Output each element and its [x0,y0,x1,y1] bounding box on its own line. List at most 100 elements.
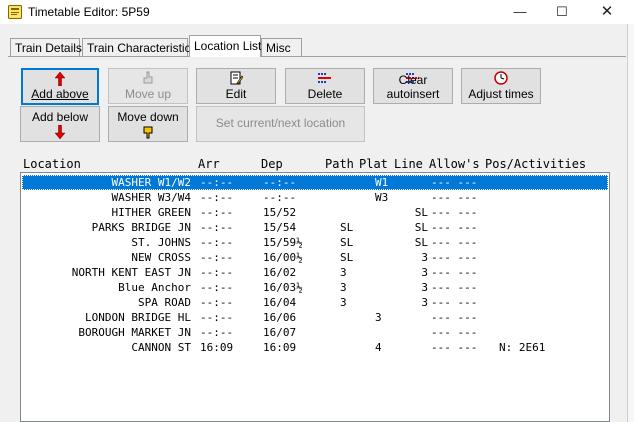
delete-button[interactable]: Delete [285,68,365,104]
location-cell: SPA ROAD [138,296,191,309]
allowance-cell: --- --- [431,281,478,294]
clear-autoinsert-button[interactable]: Clear autoinsert [373,68,453,104]
allowance-cell: --- --- [431,341,478,354]
edit-label: Edit [225,87,247,101]
hand-up-icon [109,71,187,85]
app-icon [8,5,22,19]
arr-cell: --:-- [200,206,234,219]
set-current-location-button[interactable]: Set current/next location [196,106,365,142]
allowance-cell: --- --- [431,266,478,279]
tab-train-characteristics[interactable]: Train Characteristics [82,38,197,56]
column-header-location: Location [23,157,81,171]
dep-cell: 16:09 [263,341,297,354]
arr-cell: --:-- [200,326,234,339]
line-cell: 3 [421,296,428,309]
path-cell: 3 [340,281,347,294]
arrow-up-icon [23,72,97,86]
location-cell: ST. JOHNS [131,236,191,249]
allowance-cell: --- --- [431,326,478,339]
table-row[interactable]: CANNON ST 16:09 16:09 4 --- --- N: 2E61 [22,340,608,355]
location-cell: HITHER GREEN [111,206,191,219]
location-cell: NEW CROSS [131,251,191,264]
dep-cell: 15/52 [263,206,297,219]
allowance-cell: --- --- [431,191,478,204]
adjust-times-button[interactable]: Adjust times [461,68,541,104]
path-cell: SL [340,236,354,249]
table-row[interactable]: LONDON BRIDGE HL --:-- 16/06 3 --- --- [22,310,608,325]
allowance-cell: --- --- [431,206,478,219]
adjust-times-label: Adjust times [468,87,534,101]
location-cell: WASHER W1/W2 [111,176,191,189]
column-header-plat: Plat [359,157,388,171]
close-icon[interactable]: ✕ [595,2,619,22]
arr-cell: --:-- [200,251,234,264]
dep-cell: --:-- [263,191,297,204]
arr-cell: --:-- [200,176,234,189]
dep-cell: 16/00½ [263,251,303,264]
editor-window: Train Details Train Characteristics Loca… [0,24,627,422]
clear-autoinsert-label: Clear autoinsert [386,73,440,101]
minimize-icon[interactable]: — [508,2,532,22]
move-down-button[interactable]: Move down [108,106,188,142]
arr-cell: --:-- [200,296,234,309]
pos-activities-cell: N: 2E61 [499,341,546,354]
window-edge [627,24,634,422]
tab-train-details[interactable]: Train Details [10,38,82,56]
allowance-cell: --- --- [431,251,478,264]
allowance-cell: --- --- [431,236,478,249]
arr-cell: --:-- [200,281,234,294]
table-row[interactable]: Blue Anchor --:-- 16/03½ 3 3 --- --- [22,280,608,295]
arr-cell: --:-- [200,221,234,234]
tab-divider [8,56,626,57]
hand-down-icon [109,125,187,139]
dep-cell: 16/03½ [263,281,303,294]
move-down-label: Move down [117,110,179,124]
dep-cell: 16/07 [263,326,297,339]
table-row[interactable]: BOROUGH MARKET JN --:-- 16/07 --- --- [22,325,608,340]
window-title: Timetable Editor: 5P59 [28,5,150,19]
dep-cell: 15/59½ [263,236,303,249]
dep-cell: --:-- [263,176,297,189]
table-row[interactable]: WASHER W3/W4 --:-- --:-- W3 --- --- [22,190,608,205]
location-list[interactable]: WASHER W1/W2 --:-- --:-- W1 --- --- WASHER W3… [20,172,610,422]
line-cell: SL [414,236,428,249]
maximize-icon[interactable]: ☐ [550,2,574,22]
edit-button[interactable]: Edit [196,68,276,104]
table-row[interactable]: PARKS BRIDGE JN --:-- 15/54 SL SL --- --- [22,220,608,235]
plat-cell: W1 [375,176,389,189]
table-row[interactable]: WASHER W1/W2 --:-- --:-- W1 --- --- [22,175,608,190]
delete-label: Delete [307,87,343,101]
tab-misc[interactable]: Misc [261,38,302,56]
table-row[interactable]: SPA ROAD --:-- 16/04 3 3 --- --- [22,295,608,310]
dep-cell: 16/02 [263,266,297,279]
line-cell: 3 [421,266,428,279]
column-header-arr: Arr [198,157,220,171]
add-below-button[interactable]: Add below [20,106,100,142]
path-cell: SL [340,251,354,264]
dep-cell: 16/04 [263,296,297,309]
column-header-line: Line [394,157,423,171]
title-bar: Timetable Editor: 5P59 — ☐ ✕ [0,0,634,24]
delete-line-icon [286,71,364,85]
location-cell: BOROUGH MARKET JN [78,326,191,339]
plat-cell: 4 [375,341,382,354]
path-cell: 3 [340,296,347,309]
edit-document-icon [197,71,275,85]
table-row[interactable]: HITHER GREEN --:-- 15/52 SL --- --- [22,205,608,220]
table-row[interactable]: NORTH KENT EAST JN --:-- 16/02 3 3 --- --- [22,265,608,280]
allowance-cell: --- --- [431,311,478,324]
tab-location-list[interactable]: Location List [189,35,261,57]
add-above-button[interactable]: Add above [21,68,99,105]
table-row[interactable]: ST. JOHNS --:-- 15/59½ SL SL --- --- [22,235,608,250]
move-up-button[interactable]: Move up [108,68,188,104]
plat-cell: W3 [375,191,389,204]
dep-cell: 15/54 [263,221,297,234]
arr-cell: --:-- [200,191,234,204]
path-cell: 3 [340,266,347,279]
arr-cell: --:-- [200,266,234,279]
clock-icon [462,71,540,85]
location-cell: WASHER W3/W4 [111,191,191,204]
table-row[interactable]: NEW CROSS --:-- 16/00½ SL 3 --- --- [22,250,608,265]
location-cell: PARKS BRIDGE JN [91,221,191,234]
focus-rectangle [22,175,608,190]
